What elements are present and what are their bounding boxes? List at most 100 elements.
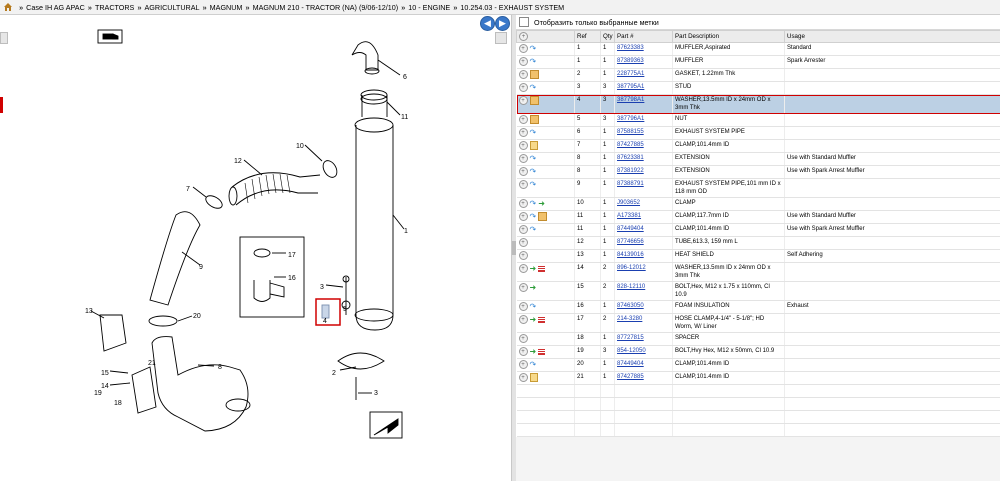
- table-row[interactable]: + ➜ 15 2 828-12110 BOLT,Hex, M12 x 1.75 x 110…: [516, 281, 1000, 301]
- table-row[interactable]: + ↷ 11 1 87449404 CLAMP,101.4mm ID Use with Sp…: [516, 223, 1000, 237]
- table-row[interactable]: + ↷ 16 1 87463050 FOAM INSULATION Exhaust: [516, 300, 1000, 314]
- supersession-arrow-icon[interactable]: ↷: [530, 180, 537, 189]
- add-to-cart-icon[interactable]: +: [518, 44, 528, 53]
- header-select[interactable]: +: [516, 30, 575, 43]
- cell-part-number[interactable]: 87588155: [614, 126, 673, 140]
- breadcrumb-item[interactable]: Case IH AG APAC: [26, 3, 85, 12]
- supersession-arrow-icon[interactable]: ↷: [530, 154, 537, 163]
- add-to-cart-icon[interactable]: +: [518, 283, 528, 292]
- supersession-arrow-icon[interactable]: ↷: [530, 57, 537, 66]
- package-icon[interactable]: [529, 96, 539, 105]
- table-row[interactable]: + ➜ 17 2 214-3280 HOSE CLAMP,4-1/4" - 5-1/8";…: [516, 313, 1000, 333]
- add-to-cart-icon[interactable]: +: [518, 83, 528, 92]
- cell-part-number[interactable]: 387795A1: [614, 81, 673, 95]
- cell-part-number-text[interactable]: 87623383: [617, 45, 644, 51]
- cell-part-number-text[interactable]: 87381922: [617, 168, 644, 174]
- supersession-arrow-icon[interactable]: ↷: [530, 360, 537, 369]
- cell-part-number[interactable]: 387798A1: [614, 94, 673, 114]
- add-to-cart-icon[interactable]: +: [518, 128, 528, 137]
- header-qty[interactable]: Qty: [600, 30, 615, 43]
- green-arrow-icon[interactable]: ➜: [530, 264, 537, 273]
- breadcrumb-item[interactable]: MAGNUM 210 - TRACTOR (NA) (9/06-12/10): [253, 3, 399, 12]
- cell-part-number[interactable]: 84139016: [614, 249, 673, 263]
- truck-icon[interactable]: [97, 29, 123, 44]
- cell-part-number-text[interactable]: 87449404: [617, 361, 644, 367]
- cell-part-number-text[interactable]: 87463050: [617, 303, 644, 309]
- table-row[interactable]: + ↷ 1 1 87389363 MUFFLER Spark Arrester: [516, 55, 1000, 69]
- cell-part-number[interactable]: 87746656: [614, 236, 673, 250]
- breadcrumb-item[interactable]: 10 - ENGINE: [408, 3, 450, 12]
- add-to-cart-icon[interactable]: +: [518, 373, 528, 382]
- table-row[interactable]: +18 1 87727815 SPACER: [516, 332, 1000, 346]
- cell-part-number-text[interactable]: 87388791: [617, 181, 644, 187]
- cell-part-number-text[interactable]: 87727815: [617, 335, 644, 341]
- supersession-arrow-icon[interactable]: ↷: [530, 302, 537, 311]
- home-icon[interactable]: [3, 2, 13, 12]
- cell-part-number[interactable]: 87623383: [614, 42, 673, 56]
- supersession-arrow-icon[interactable]: ↷: [530, 225, 537, 234]
- breadcrumb-item[interactable]: AGRICULTURAL: [145, 3, 200, 12]
- table-row[interactable]: + ↷ 1 1 87623383 MUFFLER,Aspirated Standard: [516, 42, 1000, 56]
- supersession-arrow-icon[interactable]: ↷: [530, 199, 537, 208]
- supersession-arrow-icon[interactable]: ↷: [530, 167, 537, 176]
- note-icon[interactable]: [529, 141, 538, 150]
- cell-part-number-text[interactable]: 228775A1: [617, 71, 644, 77]
- add-to-cart-icon[interactable]: +: [518, 238, 528, 247]
- cell-part-number-text[interactable]: 84139016: [617, 252, 644, 258]
- cell-part-number-text[interactable]: 387798A1: [617, 97, 644, 103]
- table-row[interactable]: + ➜ 14 2 896-12012 WASHER,13.5mm ID x 24mm OD…: [516, 262, 1000, 282]
- add-to-cart-icon[interactable]: +: [518, 315, 528, 324]
- show-selected-checkbox[interactable]: [519, 17, 529, 27]
- table-row[interactable]: + ↷ 20 1 87449404 CLAMP,101.4mm ID: [516, 358, 1000, 372]
- cell-part-number[interactable]: 87449404: [614, 223, 673, 237]
- table-row[interactable]: + ↷ 8 1 87623381 EXTENSION Use with Standard M…: [516, 152, 1000, 166]
- green-arrow-icon[interactable]: ➜: [530, 283, 537, 292]
- add-to-cart-icon[interactable]: +: [518, 96, 528, 105]
- cell-part-number-text[interactable]: J903652: [617, 200, 640, 206]
- cell-part-number[interactable]: A173381: [614, 210, 673, 224]
- header-description[interactable]: Part Description: [672, 30, 785, 43]
- cell-part-number-text[interactable]: 828-12110: [617, 284, 645, 290]
- table-row[interactable]: +21 1 87427885 CLAMP,101.4mm ID: [516, 371, 1000, 385]
- supersession-arrow-icon[interactable]: ↷: [530, 83, 537, 92]
- cell-part-number[interactable]: 87427885: [614, 139, 673, 153]
- cell-part-number-text[interactable]: 87449404: [617, 226, 644, 232]
- green-arrow-icon[interactable]: ➜: [530, 315, 537, 324]
- table-row[interactable]: + ↷ 3 3 387795A1 STUD: [516, 81, 1000, 95]
- list-icon[interactable]: [538, 348, 546, 355]
- add-to-cart-icon[interactable]: +: [518, 115, 528, 124]
- table-row[interactable]: +2 1 228775A1 GASKET, 1.22mm Thk: [516, 68, 1000, 82]
- cell-part-number-text[interactable]: 87588155: [617, 129, 644, 135]
- table-row[interactable]: +4 3 387798A1 WASHER,13.5mm ID x 24mm OD x …: [516, 94, 1000, 114]
- add-to-cart-icon[interactable]: +: [518, 180, 528, 189]
- add-to-cart-icon[interactable]: +: [518, 70, 528, 79]
- cell-part-number[interactable]: 896-12012: [614, 262, 673, 282]
- table-row[interactable]: +5 3 387796A1 NUT: [516, 113, 1000, 127]
- cell-part-number[interactable]: 214-3280: [614, 313, 673, 333]
- note-icon[interactable]: [529, 373, 538, 382]
- cell-part-number-text[interactable]: 387795A1: [617, 84, 644, 90]
- breadcrumb-item[interactable]: MAGNUM: [210, 3, 243, 12]
- add-to-cart-icon[interactable]: +: [518, 251, 528, 260]
- supersession-arrow-icon[interactable]: ↷: [530, 212, 537, 221]
- cell-part-number[interactable]: 87381922: [614, 165, 673, 179]
- table-row[interactable]: + ↷ 9 1 87388791 EXHAUST SYSTEM PIPE,101 mm I…: [516, 178, 1000, 198]
- package-icon[interactable]: [538, 212, 548, 221]
- add-to-cart-icon[interactable]: +: [518, 360, 528, 369]
- table-row[interactable]: +7 1 87427885 CLAMP,101.4mm ID: [516, 139, 1000, 153]
- table-row[interactable]: +12 1 87746656 TUBE,613.3, 159 mm L: [516, 236, 1000, 250]
- cell-part-number[interactable]: 854-12050: [614, 345, 673, 359]
- cell-part-number-text[interactable]: 854-12050: [617, 348, 646, 354]
- add-to-cart-icon[interactable]: +: [518, 199, 528, 208]
- add-to-cart-icon[interactable]: +: [518, 57, 528, 66]
- cell-part-number[interactable]: 228775A1: [614, 68, 673, 82]
- cell-part-number[interactable]: J903652: [614, 197, 673, 211]
- cell-part-number-text[interactable]: 387796A1: [617, 116, 644, 122]
- supersession-arrow-icon[interactable]: ↷: [530, 128, 537, 137]
- cell-part-number[interactable]: 387796A1: [614, 113, 673, 127]
- header-part[interactable]: Part #: [614, 30, 673, 43]
- cell-part-number-text[interactable]: 214-3280: [617, 316, 642, 322]
- cell-part-number[interactable]: 87389363: [614, 55, 673, 69]
- header-usage[interactable]: Usage: [784, 30, 1000, 43]
- table-row[interactable]: + ➜ 19 3 854-12050 BOLT,Hvy Hex, M12 x 50mm, …: [516, 345, 1000, 359]
